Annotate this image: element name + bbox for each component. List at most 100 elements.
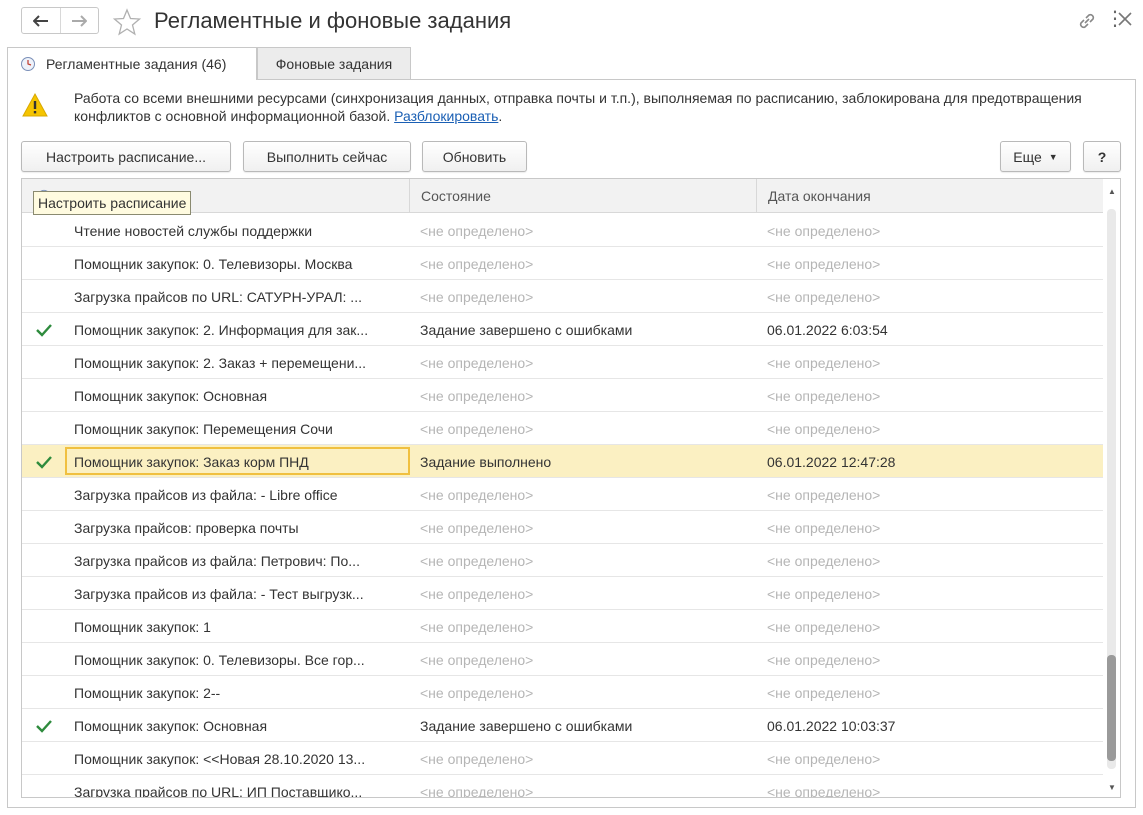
row-name-cell: Помощник закупок: Перемещения Сочи <box>74 420 333 437</box>
favorite-star-icon[interactable] <box>112 7 142 37</box>
row-name-cell: Помощник закупок: 0. Телевизоры. Все гор… <box>74 651 365 668</box>
refresh-button[interactable]: Обновить <box>422 141 527 172</box>
row-name-cell: Помощник закупок: Заказ корм ПНД <box>74 453 309 470</box>
close-icon[interactable] <box>1116 9 1134 29</box>
header-end-date-column[interactable]: Дата окончания <box>756 179 1103 213</box>
warning-icon <box>22 92 48 117</box>
row-state-cell: <не определено> <box>420 255 534 272</box>
row-check-cell <box>22 511 66 544</box>
row-end-date-cell: 06.01.2022 10:03:37 <box>767 717 896 734</box>
table-row[interactable]: Помощник закупок: <<Новая 28.10.2020 13.… <box>22 742 1103 775</box>
row-end-date-cell: <не определено> <box>767 783 881 798</box>
tab-label: Фоновые задания <box>275 55 393 72</box>
table-row[interactable]: Помощник закупок: Перемещения Сочи <не оп… <box>22 412 1103 445</box>
row-check-cell <box>22 214 66 247</box>
row-check-cell <box>22 478 66 511</box>
tab-scheduled-jobs[interactable]: Регламентные задания (46) <box>7 47 257 80</box>
table-row[interactable]: Помощник закупок: Основная Задание заверш… <box>22 709 1103 742</box>
row-state-cell: <не определено> <box>420 354 534 371</box>
row-check-cell <box>22 280 66 313</box>
configure-schedule-button[interactable]: Настроить расписание... <box>21 141 231 172</box>
header-state-column[interactable]: Состояние <box>409 179 756 213</box>
row-check-cell <box>22 676 66 709</box>
row-state-cell: <не определено> <box>420 387 534 404</box>
row-check-cell <box>22 577 66 610</box>
table-row[interactable]: Помощник закупок: Заказ корм ПНД Задание … <box>22 445 1103 478</box>
row-state-cell: Задание выполнено <box>420 453 552 470</box>
row-end-date-cell: <не определено> <box>767 750 881 767</box>
arrow-left-icon <box>32 14 48 27</box>
tooltip: Настроить расписание <box>33 191 192 215</box>
row-name-cell: Загрузка прайсов по URL: САТУРН-УРАЛ: ..… <box>74 288 362 305</box>
scroll-up-icon[interactable]: ▲ <box>1108 187 1116 196</box>
checkmark-icon <box>36 455 52 469</box>
table-row[interactable]: Загрузка прайсов по URL: ИП Поставщико..… <box>22 775 1103 798</box>
row-check-cell <box>22 412 66 445</box>
row-end-date-cell: <не определено> <box>767 420 881 437</box>
row-end-date-cell: <не определено> <box>767 387 881 404</box>
row-check-cell <box>22 544 66 577</box>
row-name-cell: Чтение новостей службы поддержки <box>74 222 313 239</box>
row-state-cell: Задание завершено с ошибками <box>420 321 633 338</box>
table-row[interactable]: Помощник закупок: 2-- <не определено> <не … <box>22 676 1103 709</box>
row-state-cell: <не определено> <box>420 519 534 536</box>
row-end-date-cell: <не определено> <box>767 618 881 635</box>
checkmark-icon <box>36 323 52 337</box>
row-end-date-cell: 06.01.2022 12:47:28 <box>767 453 896 470</box>
row-check-cell <box>22 775 66 797</box>
table-row[interactable]: Загрузка прайсов по URL: САТУРН-УРАЛ: ..… <box>22 280 1103 313</box>
run-now-button[interactable]: Выполнить сейчас <box>243 141 411 172</box>
row-end-date-cell: <не определено> <box>767 354 881 371</box>
link-icon[interactable] <box>1075 9 1099 33</box>
row-check-cell <box>22 709 66 742</box>
forward-button[interactable] <box>59 8 98 33</box>
table-row[interactable]: Помощник закупок: 0. Телевизоры. Все гор… <box>22 643 1103 676</box>
table-row[interactable]: Загрузка прайсов из файла: Петрович: По.… <box>22 544 1103 577</box>
table-row[interactable]: Помощник закупок: 1 <не определено> <не оп… <box>22 610 1103 643</box>
table-row[interactable]: Загрузка прайсов из файла: - Тест выгруз… <box>22 577 1103 610</box>
table-row[interactable]: Помощник закупок: 2. Информация для зак.… <box>22 313 1103 346</box>
row-state-cell: <не определено> <box>420 684 534 701</box>
warning-text: Работа со всеми внешними ресурсами (синх… <box>74 90 1082 124</box>
row-name-cell: Помощник закупок: 2. Заказ + перемещени.… <box>74 354 367 371</box>
row-check-cell <box>22 313 66 346</box>
checkmark-icon <box>36 719 52 733</box>
row-state-cell: <не определено> <box>420 288 534 305</box>
row-check-cell <box>22 445 66 478</box>
scroll-thumb[interactable] <box>1107 655 1116 761</box>
table-row[interactable]: Загрузка прайсов: проверка почты <не опре… <box>22 511 1103 544</box>
row-name-cell: Загрузка прайсов из файла: - Libre offic… <box>74 486 338 503</box>
row-state-cell: <не определено> <box>420 486 534 503</box>
row-end-date-cell: <не определено> <box>767 486 881 503</box>
table-row[interactable]: Помощник закупок: 0. Телевизоры. Москва <… <box>22 247 1103 280</box>
row-check-cell <box>22 247 66 280</box>
row-check-cell <box>22 379 66 412</box>
table-row[interactable]: Помощник закупок: Основная <не определено… <box>22 379 1103 412</box>
table-row[interactable]: Помощник закупок: 2. Заказ + перемещени.… <box>22 346 1103 379</box>
row-name-cell: Помощник закупок: 1 <box>74 618 211 635</box>
vertical-scrollbar[interactable]: ▲ ▼ <box>1103 179 1120 797</box>
more-button[interactable]: Еще ▼ <box>1000 141 1071 172</box>
unblock-link[interactable]: Разблокировать <box>394 108 498 124</box>
row-end-date-cell: 06.01.2022 6:03:54 <box>767 321 888 338</box>
row-state-cell: <не определено> <box>420 222 534 239</box>
row-end-date-cell: <не определено> <box>767 651 881 668</box>
row-name-cell: Загрузка прайсов из файла: Петрович: По.… <box>74 552 360 569</box>
row-end-date-cell: <не определено> <box>767 552 881 569</box>
table-row[interactable]: Загрузка прайсов из файла: - Libre offic… <box>22 478 1103 511</box>
row-state-cell: <не определено> <box>420 420 534 437</box>
back-button[interactable] <box>22 8 60 33</box>
title-bar: Регламентные и фоновые задания ⋮ <box>0 0 1143 42</box>
help-button[interactable]: ? <box>1083 141 1121 172</box>
tab-label: Регламентные задания (46) <box>46 56 227 72</box>
row-name-cell: Помощник закупок: 2. Информация для зак.… <box>74 321 369 338</box>
row-state-cell: <не определено> <box>420 783 534 798</box>
row-end-date-cell: <не определено> <box>767 519 881 536</box>
row-end-date-cell: <не определено> <box>767 255 881 272</box>
table-row[interactable]: Чтение новостей службы поддержки <не опре… <box>22 214 1103 247</box>
chevron-down-icon: ▼ <box>1048 151 1058 162</box>
tab-background-jobs[interactable]: Фоновые задания <box>257 47 411 79</box>
row-end-date-cell: <не определено> <box>767 585 881 602</box>
row-check-cell <box>22 643 66 676</box>
scroll-down-icon[interactable]: ▼ <box>1108 783 1116 792</box>
